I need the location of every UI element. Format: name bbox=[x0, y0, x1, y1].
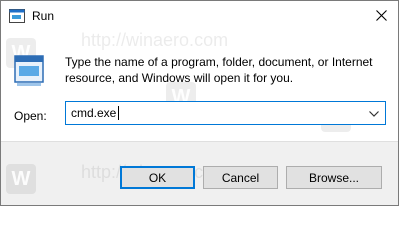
run-dialog: Run W http://winaero.com W W Type the na… bbox=[0, 0, 399, 206]
run-program-icon bbox=[13, 54, 45, 88]
window-title: Run bbox=[32, 9, 55, 23]
chevron-down-icon bbox=[369, 106, 379, 120]
close-icon bbox=[375, 9, 387, 24]
text-cursor bbox=[118, 106, 119, 120]
browse-button[interactable]: Browse... bbox=[286, 166, 382, 189]
dropdown-button[interactable] bbox=[363, 102, 385, 124]
open-input[interactable] bbox=[66, 102, 361, 124]
close-button[interactable] bbox=[364, 1, 398, 32]
ok-button[interactable]: OK bbox=[120, 166, 195, 189]
button-bar: W http://winaero.com OK Cancel Browse... bbox=[1, 141, 398, 205]
dialog-content: W http://winaero.com W W Type the name o… bbox=[1, 30, 398, 141]
watermark-logo: W bbox=[6, 164, 36, 194]
open-label: Open: bbox=[14, 109, 47, 123]
open-combobox[interactable] bbox=[65, 101, 386, 125]
dialog-description: Type the name of a program, folder, docu… bbox=[65, 55, 373, 85]
watermark-text: http://winaero.com bbox=[81, 30, 229, 50]
cancel-button[interactable]: Cancel bbox=[203, 166, 278, 189]
run-icon bbox=[9, 9, 25, 23]
title-bar[interactable]: Run bbox=[1, 1, 398, 32]
